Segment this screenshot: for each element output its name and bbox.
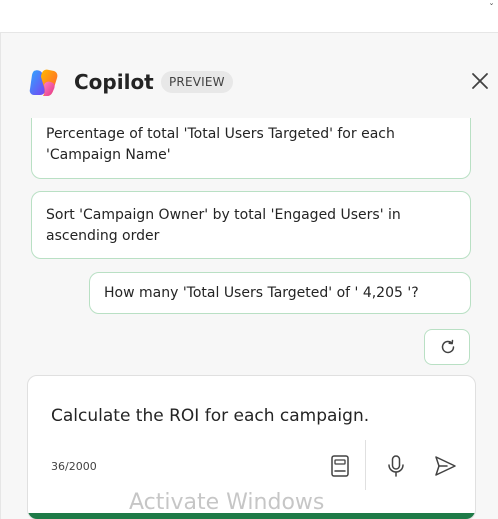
corner-mark: ˇ (489, 3, 494, 14)
copilot-header: Copilot PREVIEW (1, 63, 498, 103)
copilot-window: ˇ Copilot PREVIEW Percentage of total 'T… (0, 0, 498, 519)
microphone-icon[interactable] (382, 452, 410, 480)
close-icon[interactable] (467, 68, 493, 94)
send-icon[interactable] (431, 452, 459, 480)
notebook-icon[interactable] (326, 452, 354, 480)
suggestion-text: Percentage of total 'Total Users Targete… (46, 126, 395, 163)
copilot-pane: Copilot PREVIEW Percentage of total 'Tot… (0, 32, 498, 519)
character-count: 36/2000 (51, 460, 97, 473)
compose-divider (365, 440, 366, 490)
suggestion-bubble[interactable]: Sort 'Campaign Owner' by total 'Engaged … (31, 191, 471, 259)
top-strip: ˇ (0, 0, 498, 32)
message-input[interactable]: Calculate the ROI for each campaign. (51, 404, 369, 428)
preview-badge: PREVIEW (161, 71, 233, 93)
suggestion-bubble[interactable]: Percentage of total 'Total Users Targete… (31, 118, 471, 179)
refresh-button[interactable] (424, 329, 470, 365)
refresh-icon (441, 339, 455, 354)
compose-box[interactable]: Calculate the ROI for each campaign. 36/… (27, 375, 476, 519)
copilot-logo-icon (29, 69, 58, 96)
suggestion-bubble[interactable]: How many 'Total Users Targeted' of ' 4,2… (89, 272, 471, 314)
compose-accent-bar (28, 513, 475, 519)
suggestion-text: How many 'Total Users Targeted' of ' 4,2… (104, 285, 419, 301)
header-title: Copilot (74, 70, 154, 94)
suggestion-text: Sort 'Campaign Owner' by total 'Engaged … (46, 207, 401, 244)
